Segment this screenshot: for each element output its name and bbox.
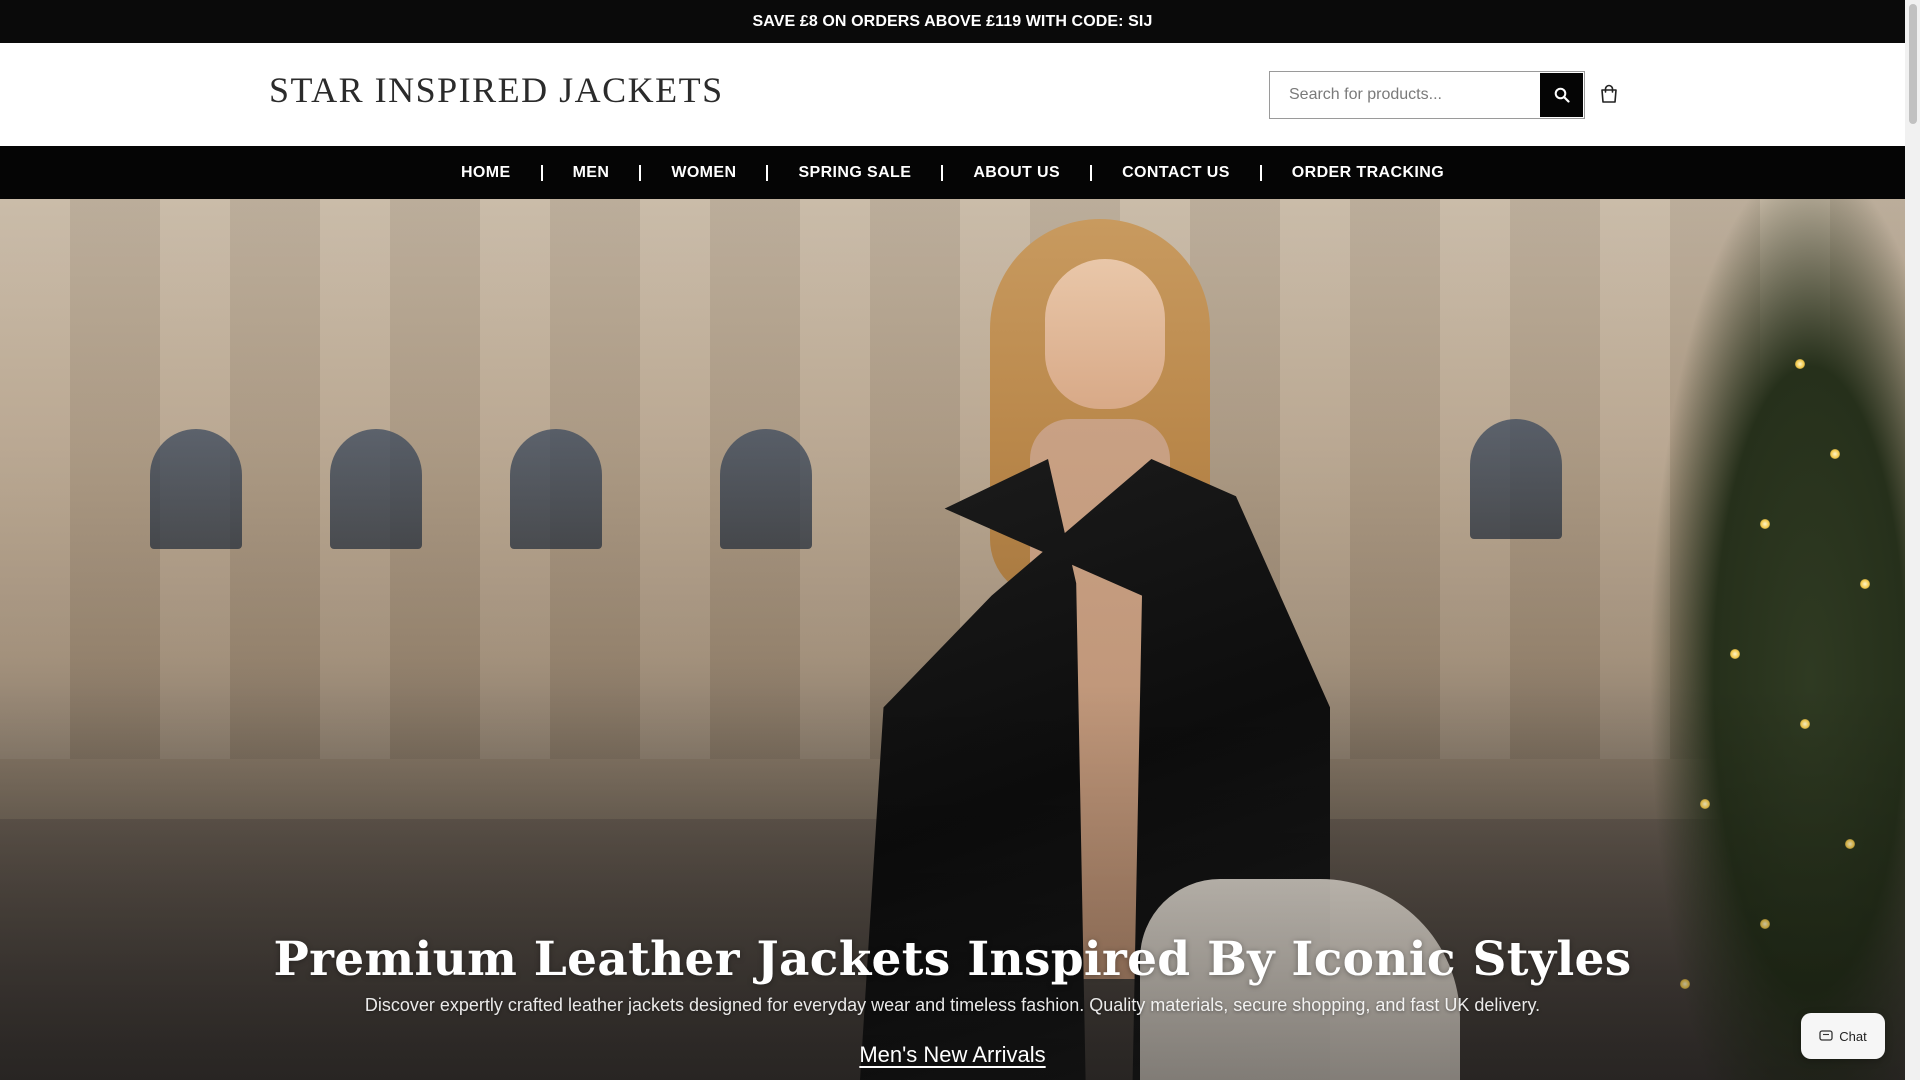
site-logo[interactable]: STAR INSPIRED JACKETS [269, 69, 724, 111]
chat-label: Chat [1839, 1028, 1867, 1044]
cart-button[interactable] [1596, 81, 1622, 107]
hero-subtitle: Discover expertly crafted leather jacket… [364, 995, 1541, 1015]
search-icon [1554, 87, 1570, 103]
main-nav: HOME MEN WOMEN SPRING SALE ABOUT US CONT… [0, 146, 1905, 199]
chat-button[interactable]: Chat [1801, 1013, 1885, 1059]
nav-item-home[interactable]: HOME [431, 164, 541, 182]
nav-item-women[interactable]: WOMEN [641, 164, 766, 182]
nav-item-contact-us[interactable]: CONTACT US [1092, 164, 1260, 182]
chat-icon [1819, 1030, 1833, 1041]
nav-item-men[interactable]: MEN [543, 164, 640, 182]
nav-item-spring-sale[interactable]: SPRING SALE [768, 164, 941, 182]
hero-title: Premium Leather Jackets Inspired By Icon… [273, 932, 1632, 987]
nav-item-order-tracking[interactable]: ORDER TRACKING [1262, 164, 1474, 182]
hero-cta-link[interactable]: Men's New Arrivals [859, 1042, 1045, 1067]
hero-banner: Premium Leather Jackets Inspired By Icon… [0, 199, 1905, 1080]
site-header: STAR INSPIRED JACKETS [0, 43, 1905, 146]
hero-cta-wrap: Men's New Arrivals [0, 1042, 1905, 1068]
search-button[interactable] [1540, 73, 1583, 117]
announcement-text: SAVE £8 ON ORDERS ABOVE £119 WITH CODE: … [752, 12, 1153, 30]
search-form [1269, 71, 1585, 119]
nav-item-about-us[interactable]: ABOUT US [943, 164, 1090, 182]
announcement-bar: SAVE £8 ON ORDERS ABOVE £119 WITH CODE: … [0, 0, 1905, 43]
cart-icon [1601, 84, 1617, 103]
search-input[interactable] [1270, 72, 1540, 118]
page-scrollbar[interactable] [1905, 0, 1920, 1080]
scrollbar-thumb[interactable] [1909, 4, 1917, 124]
